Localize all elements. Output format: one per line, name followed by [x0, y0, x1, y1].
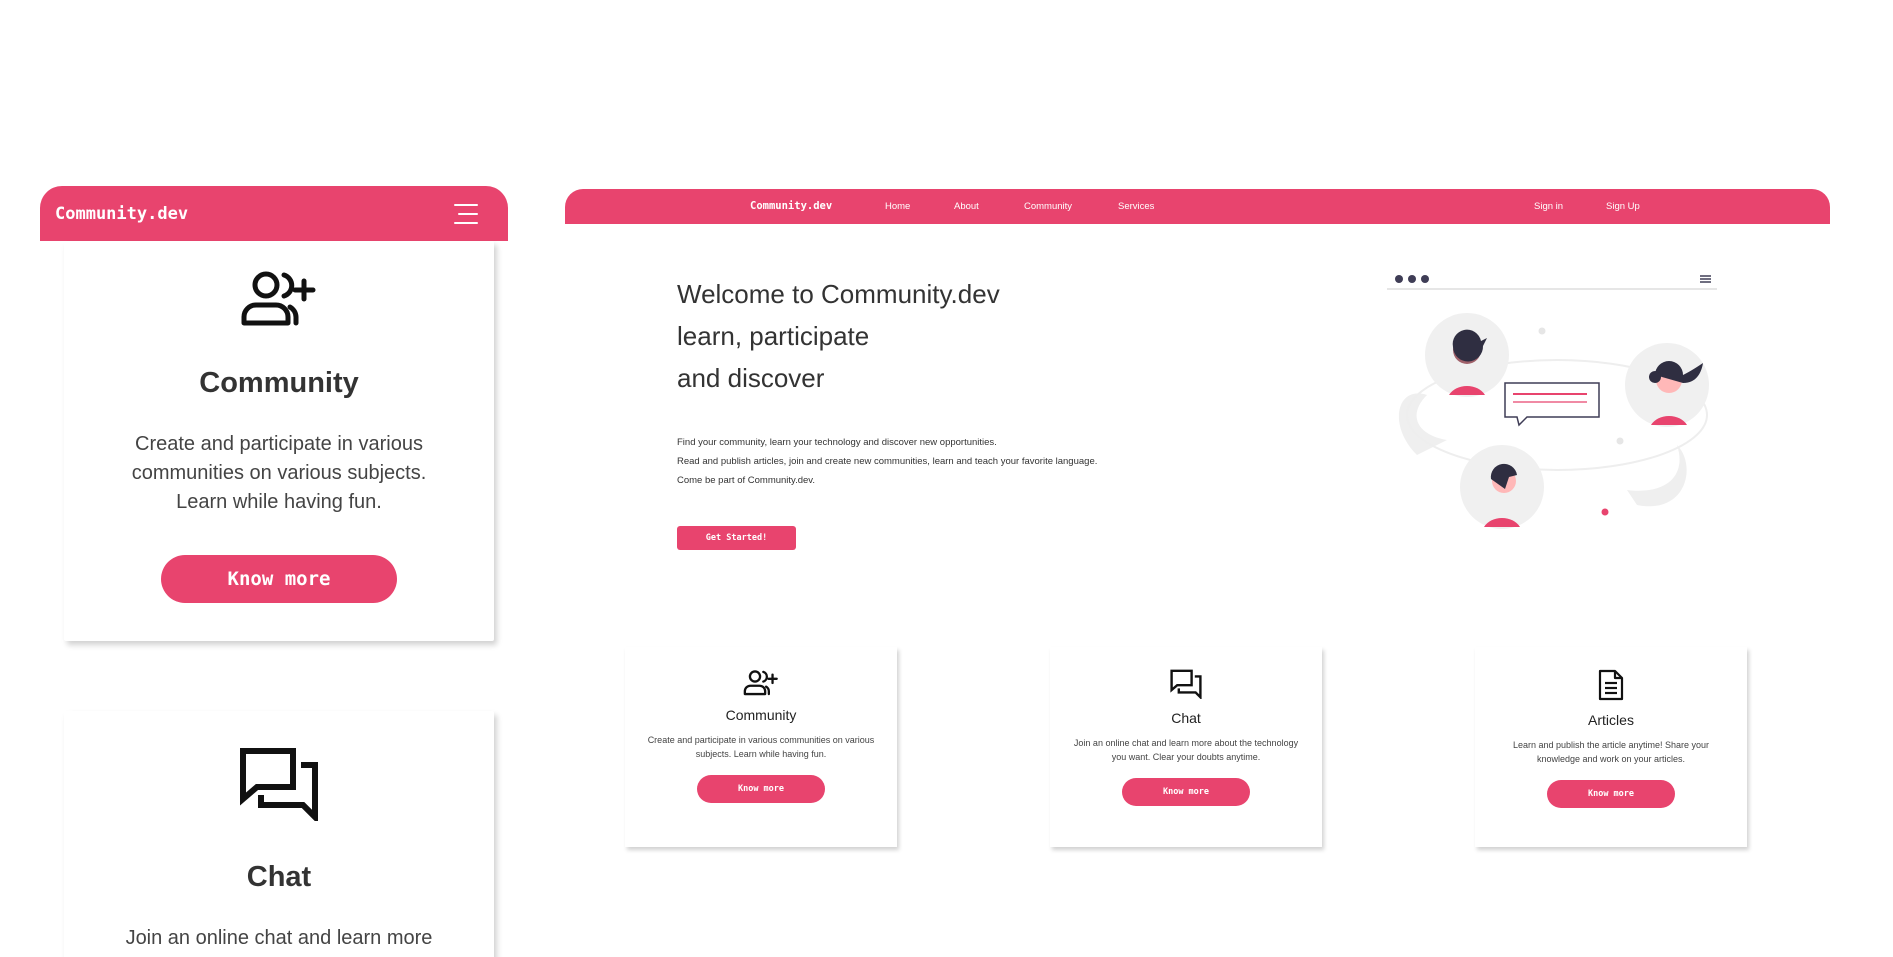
desktop-preview: Community.dev Home About Community Servi… [565, 189, 1830, 949]
hero-title: Welcome to Community.dev learn, particip… [677, 273, 1000, 399]
hero-text-line: Find your community, learn your technolo… [677, 437, 997, 448]
hamburger-icon[interactable] [454, 203, 478, 224]
card-title: Community [725, 707, 797, 723]
chat-icon [1170, 669, 1202, 699]
nav-link-about[interactable]: About [954, 189, 979, 224]
card-title: Chat [246, 861, 312, 893]
browser-dots-icon [1395, 275, 1429, 283]
get-started-button[interactable]: Get Started! [677, 526, 796, 550]
card-title: Chat [1171, 710, 1201, 726]
card-title: Community [199, 367, 359, 399]
community-card: Community Create and participate in vari… [625, 647, 897, 847]
hero-title-line: and discover [677, 363, 825, 393]
articles-card: Articles Learn and publish the article a… [1475, 647, 1747, 847]
mobile-navbar: Community.dev [40, 186, 508, 241]
mobile-preview: Community.dev Community Create and parti… [40, 186, 508, 957]
hero-text-line: Come be part of Community.dev. [677, 475, 815, 486]
sign-up-link[interactable]: Sign Up [1606, 189, 1640, 224]
hero-description: Find your community, learn your technolo… [677, 433, 1097, 490]
mobile-logo[interactable]: Community.dev [55, 204, 188, 224]
know-more-button[interactable]: Know more [1122, 778, 1250, 806]
chat-card: Chat Join an online chat and learn more … [1050, 647, 1322, 847]
card-description-line: Learn while having fun. [176, 491, 382, 513]
nav-link-services[interactable]: Services [1118, 189, 1154, 224]
card-title: Articles [1588, 712, 1634, 728]
mobile-chat-card: Chat Join an online chat and learn more [64, 711, 494, 957]
sign-in-link[interactable]: Sign in [1534, 189, 1563, 224]
nav-link-home[interactable]: Home [885, 189, 910, 224]
desktop-logo[interactable]: Community.dev [750, 189, 832, 224]
desktop-navbar: Community.dev Home About Community Servi… [565, 189, 1830, 224]
menu-icon [1700, 275, 1711, 283]
card-description: Learn and publish the article anytime! S… [1486, 739, 1736, 766]
card-description-line: Create and participate in various commun… [647, 735, 875, 745]
card-description-line: communities on various subjects. [131, 462, 427, 484]
card-description: Create and participate in various commun… [89, 430, 469, 517]
hero-text-line: Read and publish articles, join and crea… [677, 456, 1098, 467]
know-more-button[interactable]: Know more [161, 555, 397, 603]
add-user-icon [241, 271, 316, 326]
know-more-button[interactable]: Know more [697, 775, 825, 803]
community-illustration [1387, 275, 1717, 529]
card-description-line: Create and participate in various [135, 433, 423, 455]
hero-title-line: Welcome to Community.dev [677, 279, 1000, 309]
mobile-community-card: Community Create and participate in vari… [64, 241, 494, 641]
know-more-button[interactable]: Know more [1547, 780, 1675, 808]
card-description-line: Join an online chat and learn more about… [1073, 738, 1299, 748]
card-description-line: Join an online chat and learn more [125, 927, 433, 949]
card-description-line: knowledge and work on your articles. [1536, 753, 1686, 764]
hero-title-line: learn, participate [677, 321, 870, 351]
document-icon [1598, 669, 1624, 701]
card-description-line: Learn and publish the article anytime! S… [1512, 740, 1710, 750]
add-user-icon [743, 670, 778, 696]
card-description-line: subjects. Learn while having fun. [695, 748, 827, 759]
card-description: Join an online chat and learn more about… [1061, 737, 1311, 764]
chat-icon [240, 748, 318, 821]
nav-link-community[interactable]: Community [1024, 189, 1072, 224]
card-description: Create and participate in various commun… [636, 734, 886, 761]
card-description-line: you want. Clear your doubts anytime. [1111, 751, 1261, 762]
card-description: Join an online chat and learn more [89, 924, 469, 953]
